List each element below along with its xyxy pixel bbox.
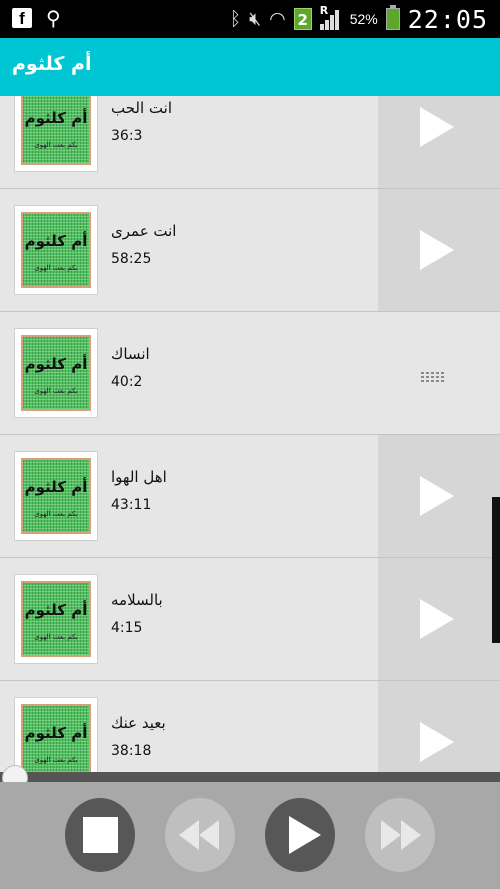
title-bar: أم كلثوم	[0, 38, 500, 96]
play-icon	[420, 107, 454, 147]
song-duration: 40:2	[111, 374, 143, 390]
play-icon	[420, 599, 454, 639]
stop-icon	[83, 817, 118, 853]
song-title: اهل الهوا	[111, 468, 167, 486]
song-title: انت عمرى	[111, 222, 177, 240]
play-button[interactable]	[265, 798, 335, 872]
song-row[interactable]: أم كلثوم بكم بعت الهوى انساك 40:2	[0, 312, 500, 435]
app-title: أم كلثوم	[12, 53, 92, 75]
album-thumbnail: أم كلثوم بكم بعت الهوى	[14, 697, 98, 772]
sim-badge: 2	[293, 8, 312, 30]
status-bar: f ⚲ ᛒ 🔇︎ ◠ 2 R 52% 22:05	[0, 0, 500, 38]
album-art: أم كلثوم بكم بعت الهوى	[21, 335, 91, 411]
song-row[interactable]: أم كلثوم بكم بعت الهوى بالسلامه 4:15	[0, 558, 500, 681]
album-art-title: أم كلثوم	[24, 355, 88, 373]
album-art-title: أم كلثوم	[24, 109, 88, 127]
play-icon	[420, 230, 454, 270]
song-duration: 58:25	[111, 251, 152, 267]
album-art: أم كلثوم بكم بعت الهوى	[21, 704, 91, 772]
album-thumbnail: أم كلثوم بكم بعت الهوى	[14, 574, 98, 664]
album-art-subtitle: بكم بعت الهوى	[34, 387, 78, 395]
album-art-subtitle: بكم بعت الهوى	[34, 510, 78, 518]
song-title: انساك	[111, 345, 150, 363]
song-row[interactable]: أم كلثوم بكم بعت الهوى انت الحب 36:3	[0, 96, 500, 189]
album-art: أم كلثوم بكم بعت الهوى	[21, 96, 91, 165]
song-list[interactable]: أم كلثوم بكم بعت الهوى انت الحب 36:3 أم …	[0, 96, 500, 772]
row-play-button[interactable]	[378, 681, 500, 772]
usb-icon: ⚲	[46, 6, 61, 30]
row-play-button[interactable]	[378, 435, 500, 557]
song-row[interactable]: أم كلثوم بكم بعت الهوى بعيد عنك 38:18	[0, 681, 500, 772]
clock: 22:05	[407, 4, 488, 34]
album-art: أم كلثوم بكم بعت الهوى	[21, 458, 91, 534]
equalizer-icon	[421, 368, 447, 382]
album-art-title: أم كلثوم	[24, 232, 88, 250]
signal-icon: R	[319, 4, 342, 30]
song-duration: 36:3	[111, 128, 143, 144]
battery-icon	[385, 5, 400, 30]
fast-forward-button[interactable]	[365, 798, 435, 872]
album-art-title: أم كلثوم	[24, 478, 88, 496]
album-art-subtitle: بكم بعت الهوى	[34, 264, 78, 272]
play-icon	[420, 722, 454, 762]
song-row[interactable]: أم كلثوم بكم بعت الهوى انت عمرى 58:25	[0, 189, 500, 312]
song-duration: 4:15	[111, 620, 143, 636]
song-row[interactable]: أم كلثوم بكم بعت الهوى اهل الهوا 43:11	[0, 435, 500, 558]
song-title: بعيد عنك	[111, 714, 166, 732]
album-art: أم كلثوم بكم بعت الهوى	[21, 212, 91, 288]
wifi-icon: ◠	[269, 8, 286, 30]
album-thumbnail: أم كلثوم بكم بعت الهوى	[14, 205, 98, 295]
scrollbar[interactable]	[492, 497, 500, 643]
row-play-button[interactable]	[378, 189, 500, 311]
album-art: أم كلثوم بكم بعت الهوى	[21, 581, 91, 657]
album-art-title: أم كلثوم	[24, 601, 88, 619]
row-play-button[interactable]	[378, 96, 500, 188]
mute-icon: 🔇︎	[249, 8, 262, 30]
album-thumbnail: أم كلثوم بكم بعت الهوى	[14, 328, 98, 418]
play-icon	[420, 476, 454, 516]
song-title: بالسلامه	[111, 591, 163, 609]
album-thumbnail: أم كلثوم بكم بعت الهوى	[14, 451, 98, 541]
song-duration: 38:18	[111, 743, 152, 759]
album-thumbnail: أم كلثوم بكم بعت الهوى	[14, 96, 98, 172]
rewind-button[interactable]	[165, 798, 235, 872]
song-title: انت الحب	[111, 99, 172, 117]
facebook-icon: f	[12, 8, 32, 28]
player-controls	[0, 782, 500, 889]
album-art-subtitle: بكم بعت الهوى	[34, 141, 78, 149]
album-art-subtitle: بكم بعت الهوى	[34, 633, 78, 641]
album-art-subtitle: بكم بعت الهوى	[34, 756, 78, 764]
seek-bar[interactable]	[0, 772, 500, 782]
play-icon	[289, 816, 321, 854]
rewind-icon	[179, 820, 221, 850]
row-play-button[interactable]	[378, 558, 500, 680]
bluetooth-icon: ᛒ	[229, 8, 242, 30]
song-duration: 43:11	[111, 497, 152, 513]
battery-percent: 52%	[349, 11, 378, 27]
fast-forward-icon	[379, 820, 421, 850]
album-art-title: أم كلثوم	[24, 724, 88, 742]
stop-button[interactable]	[65, 798, 135, 872]
